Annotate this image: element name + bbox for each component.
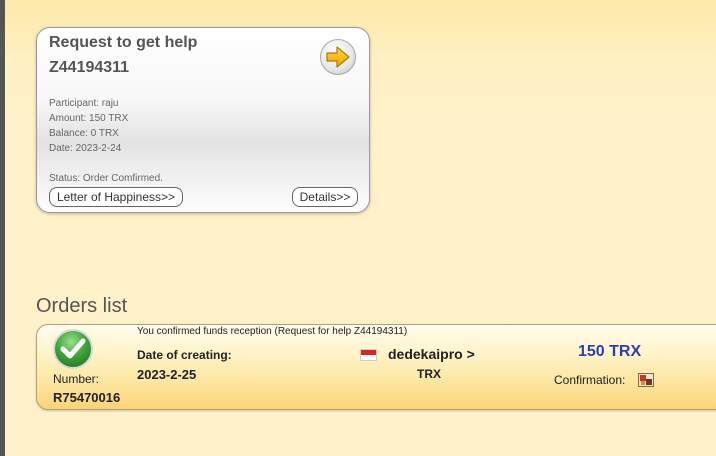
amount-text: Amount: 150 TRX: [49, 113, 129, 124]
details-button[interactable]: Details>>: [292, 187, 358, 207]
order-amount: 150 TRX: [578, 343, 642, 360]
confirmation-image-icon[interactable]: [638, 373, 654, 387]
left-edge-bar: [0, 0, 5, 456]
arrow-right-icon: [326, 46, 350, 68]
order-row: You confirmed funds reception (Request f…: [36, 324, 716, 410]
order-currency: TRX: [417, 367, 441, 381]
indonesia-flag-icon: [360, 349, 377, 361]
order-message: You confirmed funds reception (Request f…: [137, 326, 408, 337]
request-id: Z44194311: [49, 59, 130, 76]
recipient-link[interactable]: dedekaipro >: [388, 346, 475, 362]
balance-text: Balance: 0 TRX: [49, 128, 119, 139]
request-card: Request to get help Z44194311 Participan…: [36, 27, 370, 213]
request-title: Request to get help: [49, 34, 198, 51]
date-of-creating-label: Date of creating:: [137, 348, 232, 362]
date-text: Date: 2023-2-24: [49, 143, 122, 154]
confirmation-label: Confirmation:: [554, 373, 626, 387]
next-arrow-button[interactable]: [320, 39, 356, 75]
participant-text: Participant: raju: [49, 98, 119, 109]
order-date: 2023-2-25: [137, 367, 197, 382]
status-text: Status: Order Comfirmed.: [49, 173, 163, 184]
orders-list-title: Orders list: [36, 295, 128, 317]
check-icon: [53, 329, 93, 369]
letter-of-happiness-button[interactable]: Letter of Happiness>>: [49, 187, 183, 207]
number-label: Number:: [53, 372, 100, 386]
order-number: R75470016: [53, 390, 121, 405]
